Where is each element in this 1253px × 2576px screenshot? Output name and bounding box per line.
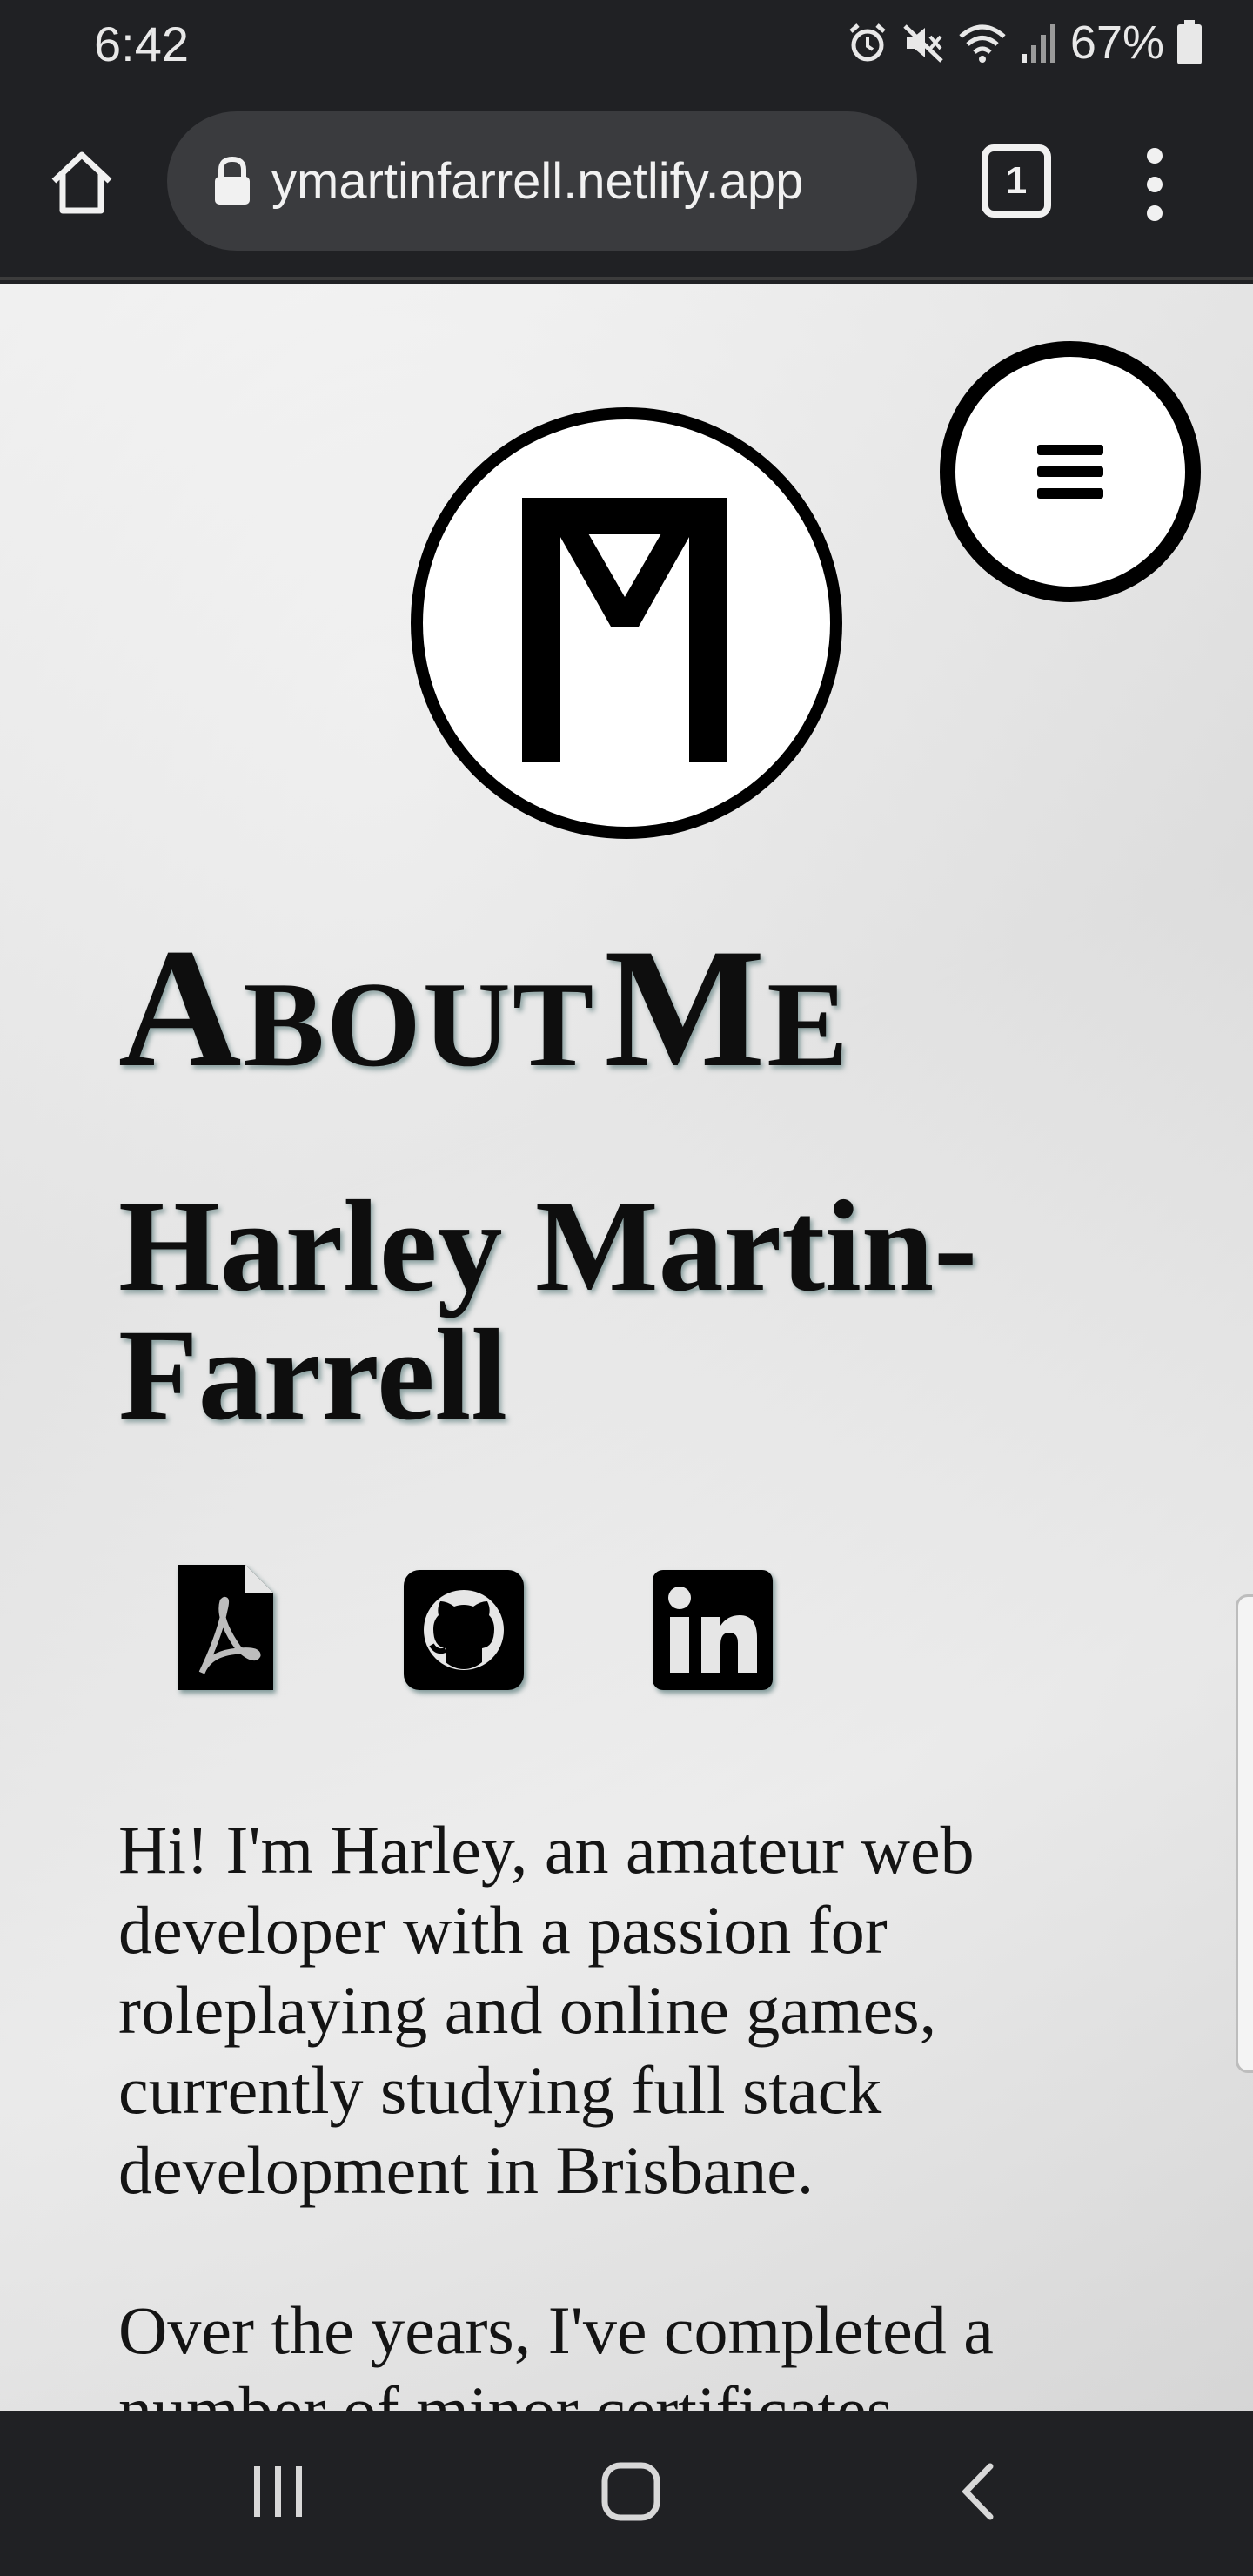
more-vert-icon[interactable] bbox=[1142, 148, 1168, 221]
alarm-icon bbox=[849, 23, 886, 62]
heading-small-bout: BOUT bbox=[243, 957, 596, 1092]
pdf-resume-icon bbox=[178, 1565, 273, 1690]
wifi-icon bbox=[959, 24, 1006, 63]
url-text: ymartinfarrell.netlify.app bbox=[271, 152, 804, 210]
fm-monogram: FM bbox=[522, 498, 727, 762]
bio-text: Hi! I'm Harley, an amateur web developer… bbox=[118, 1810, 1180, 2411]
page-title: ABOUT ME bbox=[118, 910, 850, 1106]
status-bar: 6:42 67% bbox=[0, 0, 1253, 87]
github-link[interactable] bbox=[402, 1568, 526, 1696]
linkedin-link[interactable] bbox=[651, 1568, 774, 1696]
menu-dot bbox=[1147, 148, 1163, 164]
back-button[interactable] bbox=[948, 2452, 1009, 2531]
bio-paragraph: Over the years, I've completed a number … bbox=[118, 2292, 994, 2411]
github-icon bbox=[404, 1570, 524, 1690]
site-logo[interactable]: FM bbox=[411, 407, 842, 839]
menu-button[interactable] bbox=[940, 341, 1201, 602]
home-icon bbox=[51, 151, 112, 214]
battery-percent: 67% bbox=[1069, 17, 1164, 69]
pdf-resume-link[interactable] bbox=[171, 1558, 278, 1701]
home-button[interactable] bbox=[38, 139, 125, 226]
tab-switcher-button[interactable]: 1 bbox=[982, 144, 1051, 218]
home-nav-button[interactable] bbox=[592, 2452, 670, 2531]
heading-cap-m: M bbox=[604, 914, 767, 1103]
linkedin-icon bbox=[653, 1570, 773, 1690]
hamburger-icon bbox=[1037, 445, 1103, 499]
mute-icon bbox=[903, 24, 943, 63]
web-page: FM ABOUT ME Harley Martin-Farrell bbox=[0, 284, 1253, 2411]
menu-dot bbox=[1147, 177, 1163, 192]
heading-cap-a: A bbox=[118, 914, 244, 1103]
back-icon bbox=[962, 2463, 994, 2520]
recents-button[interactable] bbox=[244, 2452, 313, 2531]
menu-dot bbox=[1147, 205, 1163, 221]
browser-toolbar: ymartinfarrell.netlify.app 1 bbox=[0, 87, 1253, 280]
heading-small-e: E bbox=[767, 957, 850, 1092]
bio-paragraph: Hi! I'm Harley, an amateur web developer… bbox=[118, 1812, 975, 2208]
status-time: 6:42 bbox=[94, 17, 189, 71]
system-nav-bar bbox=[0, 2411, 1253, 2576]
name-heading: Harley Martin-Farrell bbox=[118, 1174, 978, 1447]
lock-icon bbox=[215, 156, 250, 205]
status-icons: 67% bbox=[846, 14, 1203, 71]
home-icon bbox=[601, 2462, 660, 2521]
battery-icon bbox=[1177, 20, 1202, 64]
edge-panel-handle[interactable] bbox=[1236, 1594, 1253, 2073]
signal-icon bbox=[1021, 24, 1055, 63]
address-bar[interactable]: ymartinfarrell.netlify.app bbox=[167, 111, 917, 251]
recents-icon bbox=[254, 2466, 302, 2517]
